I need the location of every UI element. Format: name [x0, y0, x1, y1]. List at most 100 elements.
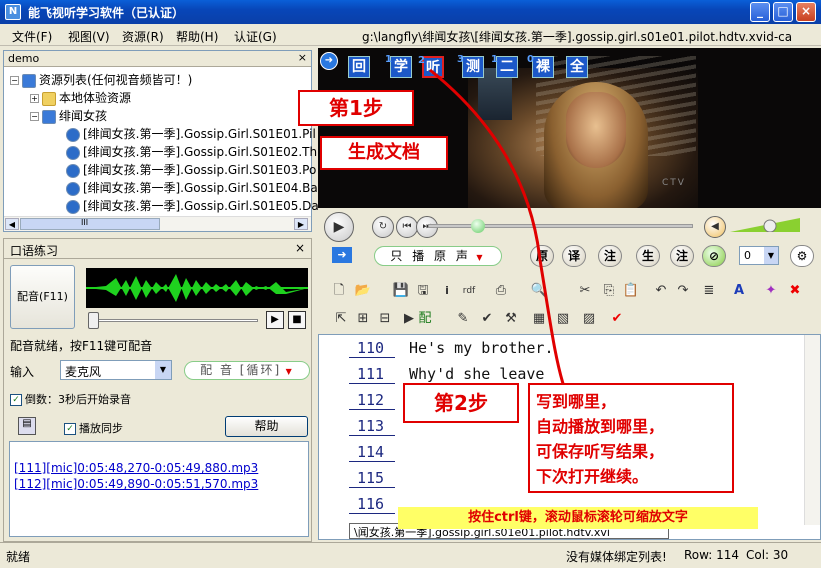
tree-file[interactable]: [绯闻女孩.第一季].Gossip.Girl.S01E05.Da	[66, 197, 319, 215]
slider-knob[interactable]	[88, 312, 99, 329]
save-icon[interactable]: 💾	[392, 282, 410, 300]
scroll-right-icon[interactable]: ▶	[294, 218, 308, 230]
menu-view[interactable]: 视图(V)	[68, 28, 110, 45]
tree-close-icon[interactable]: ×	[298, 51, 307, 64]
tree-file[interactable]: [绯闻女孩.第一季].Gossip.Girl.S01E01.Pil	[66, 125, 316, 143]
recording-link[interactable]: [112][mic]0:05:49,890-0:05:51,570.mp3	[14, 476, 304, 492]
mode-button[interactable]: 0裸	[527, 54, 554, 78]
dub-button[interactable]: 配音(F11)	[10, 265, 75, 329]
note-icon[interactable]: ▨	[580, 310, 598, 328]
video-player[interactable]: CTV ➜ 回 1学 2听 3测 1二 0裸 全	[318, 48, 821, 208]
tree-horizontal-scrollbar[interactable]: ◀ III ▶	[4, 216, 311, 231]
tree-file[interactable]: [绯闻女孩.第一季].Gossip.Girl.S01E04.Ba	[66, 179, 318, 197]
print-icon[interactable]: ⎙	[492, 282, 510, 300]
countdown-option[interactable]: ✓ 倒数：3秒后开始录音	[10, 391, 131, 407]
play-icon[interactable]: ▶	[324, 212, 354, 242]
recording-link[interactable]: [111][mic]0:05:48,270-0:05:49,880.mp3	[14, 460, 304, 476]
dub-label[interactable]: 配	[416, 310, 434, 328]
previous-icon[interactable]: ⏮	[396, 216, 418, 238]
record-list-icon[interactable]: ▤	[18, 417, 36, 435]
menu-auth[interactable]: 认证(G)	[234, 28, 277, 45]
play-mode-select[interactable]: 只 播 原 声 ▼	[374, 246, 502, 266]
dub-position-slider[interactable]	[88, 311, 258, 329]
line-text[interactable]: Why'd she leave	[409, 365, 544, 383]
merge-icon[interactable]: ⊟	[376, 310, 394, 328]
tree-file[interactable]: [绯闻女孩.第一季].Gossip.Girl.S01E02.Th	[66, 143, 317, 161]
redo-icon[interactable]: ↷	[674, 282, 692, 300]
sync-play-option[interactable]: ✓ 播放同步	[64, 420, 123, 436]
play-icon[interactable]: ▶	[266, 311, 284, 329]
seek-bar[interactable]	[428, 219, 693, 233]
note-button[interactable]: 注	[598, 245, 622, 267]
mode-button[interactable]: 1学	[385, 54, 412, 78]
stop-icon[interactable]: ■	[288, 311, 306, 329]
ok-icon[interactable]: ⊘	[702, 245, 726, 267]
mode-button[interactable]: 1二	[491, 54, 518, 78]
oral-close-icon[interactable]: ×	[295, 241, 305, 255]
tree-local[interactable]: + 本地体验资源	[30, 89, 131, 107]
maximize-button[interactable]: □	[773, 2, 793, 22]
chevron-down-icon[interactable]: ▼	[764, 247, 778, 264]
original-icon[interactable]: ▦	[530, 310, 548, 328]
scroll-thumb[interactable]: III	[20, 218, 160, 230]
find-icon[interactable]: 🔍	[530, 282, 548, 300]
volume-slider[interactable]	[730, 218, 800, 232]
line-text[interactable]: He's my brother.	[409, 339, 554, 357]
tree-file[interactable]: [绯闻女孩.第一季].Gossip.Girl.S01E03.Po	[66, 161, 316, 179]
collapse-icon[interactable]: −	[30, 112, 39, 121]
undo-icon[interactable]: ↶	[652, 282, 670, 300]
countdown-checkbox[interactable]: ✓	[10, 394, 22, 406]
scroll-left-icon[interactable]: ◀	[5, 218, 19, 230]
tree-series[interactable]: − 绯闻女孩	[30, 107, 107, 125]
approve-icon[interactable]: ✔	[608, 310, 626, 328]
loop-icon[interactable]: ↻	[372, 216, 394, 238]
mode-button[interactable]: 回	[348, 56, 370, 78]
go-arrow-icon[interactable]: ➜	[332, 247, 352, 263]
mode-button-listen[interactable]: 2听	[418, 55, 444, 78]
minimize-button[interactable]: _	[750, 2, 770, 22]
split-icon[interactable]: ⊞	[354, 310, 372, 328]
collapse-icon[interactable]: −	[10, 76, 19, 85]
check-icon[interactable]: ✔	[478, 310, 496, 328]
delete-icon[interactable]: ✖	[786, 282, 804, 300]
editor-vertical-scrollbar[interactable]	[804, 335, 820, 525]
help-button[interactable]: 帮助	[225, 416, 308, 437]
dub-loop-button[interactable]: 配 音 [循环] ▼	[184, 361, 310, 380]
new-file-icon[interactable]: 🗋	[330, 282, 348, 300]
menu-file[interactable]: 文件(F)	[12, 28, 52, 45]
close-button[interactable]: ×	[796, 2, 816, 22]
info-icon[interactable]: i	[438, 282, 456, 300]
font-icon[interactable]: A	[730, 282, 748, 300]
pin-icon[interactable]: ✦	[762, 282, 780, 300]
cut-icon[interactable]: ✂	[576, 282, 594, 300]
speed-select[interactable]: 0 ▼	[739, 246, 779, 265]
menu-resource[interactable]: 资源(R)	[122, 28, 164, 45]
copy-icon[interactable]: ⎘	[600, 282, 618, 300]
original-button[interactable]: 原	[530, 245, 554, 267]
chevron-down-icon[interactable]: ▼	[155, 361, 171, 379]
open-icon[interactable]: 📂	[354, 282, 372, 300]
wand-icon[interactable]: ⚒	[502, 310, 520, 328]
sync-play-label: 播放同步	[79, 422, 123, 435]
tree-root[interactable]: − 资源列表(任何视音频皆可！)	[10, 71, 192, 89]
menu-help[interactable]: 帮助(H)	[176, 28, 218, 45]
format-icon[interactable]: ≣	[700, 282, 718, 300]
translate-button[interactable]: 译	[562, 245, 586, 267]
note2-button[interactable]: 注	[670, 245, 694, 267]
paste-icon[interactable]: 📋	[622, 282, 640, 300]
seek-knob[interactable]	[471, 219, 485, 233]
save-as-icon[interactable]: 🖫	[414, 282, 432, 300]
mode-button[interactable]: 全	[566, 56, 588, 78]
volume-icon[interactable]: ◀	[704, 216, 726, 238]
mic-select[interactable]: 麦克风 ▼	[60, 360, 172, 380]
expand-icon[interactable]: +	[30, 94, 39, 103]
settings-gear-icon[interactable]: ⚙	[790, 245, 814, 267]
generate-button[interactable]: 生	[636, 245, 660, 267]
mode-button[interactable]: 3测	[457, 54, 484, 78]
back-arrow-icon[interactable]: ➜	[320, 52, 338, 70]
edit-icon[interactable]: ✎	[454, 310, 472, 328]
select-icon[interactable]: ⇱	[332, 310, 350, 328]
rdf-icon[interactable]: rdf	[460, 282, 478, 300]
translate-icon[interactable]: ▧	[554, 310, 572, 328]
sync-play-checkbox[interactable]: ✓	[64, 423, 76, 435]
